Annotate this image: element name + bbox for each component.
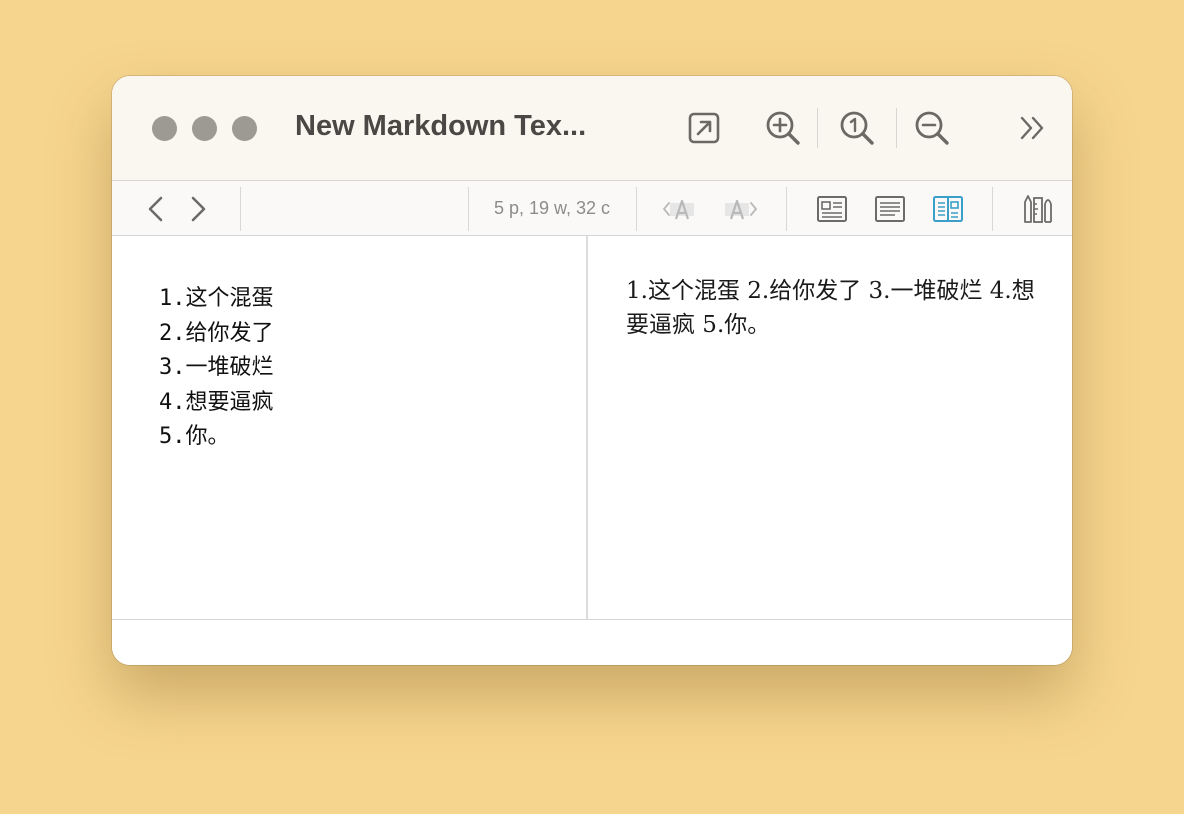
forward-button[interactable] [183, 193, 213, 225]
title-bar: New Markdown Tex... [112, 76, 1072, 181]
font-larger-icon[interactable] [724, 192, 758, 226]
window-title: New Markdown Tex... [295, 110, 587, 142]
preview-paragraph: 1.这个混蛋 2.给你发了 3.一堆破烂 4.想要逼疯 5.你。 [626, 278, 1035, 338]
toolbar-divider [636, 187, 637, 231]
toolbar-divider [468, 187, 469, 231]
document-stats: 5 p, 19 w, 32 c [493, 198, 611, 218]
toolbar-divider [992, 187, 993, 231]
editor-line: 2.给你发了 [159, 320, 274, 346]
markdown-preview: 1.这个混蛋 2.给你发了 3.一堆破烂 4.想要逼疯 5.你。 [590, 236, 1072, 619]
markdown-editor[interactable]: 1.这个混蛋 2.给你发了 3.一堆破烂 4.想要逼疯 5.你。 [112, 236, 588, 619]
open-external-icon[interactable] [684, 108, 724, 148]
toolbar-divider [896, 108, 897, 148]
app-window: New Markdown Tex... 5 p, 19 w, 32 c 1.这个… [112, 76, 1072, 665]
zoom-out-icon[interactable] [912, 108, 952, 148]
tools-icon[interactable] [1021, 192, 1055, 226]
toolbar-divider [240, 187, 241, 231]
split-view-icon[interactable] [931, 192, 965, 226]
toolbar-divider [817, 108, 818, 148]
editor-line: 5.你。 [159, 424, 230, 449]
font-smaller-icon[interactable] [662, 192, 696, 226]
editor-text: 1.这个混蛋 2.给你发了 3.一堆破烂 4.想要逼疯 5.你。 [159, 282, 274, 455]
chevron-left-icon [148, 196, 163, 222]
zoom-window-button[interactable] [232, 116, 257, 141]
editor-toolbar: 5 p, 19 w, 32 c [112, 181, 1072, 236]
editor-line: 1.这个混蛋 [159, 286, 274, 311]
minimize-window-button[interactable] [192, 116, 217, 141]
editor-line: 3.一堆破烂 [159, 355, 274, 380]
status-bar [112, 619, 1072, 665]
editor-only-icon[interactable] [873, 192, 907, 226]
zoom-in-icon[interactable] [763, 108, 803, 148]
actual-size-icon[interactable] [837, 108, 877, 148]
toolbar-divider [786, 187, 787, 231]
preview-only-icon[interactable] [815, 192, 849, 226]
chevron-right-icon [191, 196, 206, 222]
editor-line: 4.想要逼疯 [159, 389, 274, 415]
more-chevrons-icon[interactable] [1014, 108, 1054, 148]
close-window-button[interactable] [152, 116, 177, 141]
back-button[interactable] [141, 193, 171, 225]
